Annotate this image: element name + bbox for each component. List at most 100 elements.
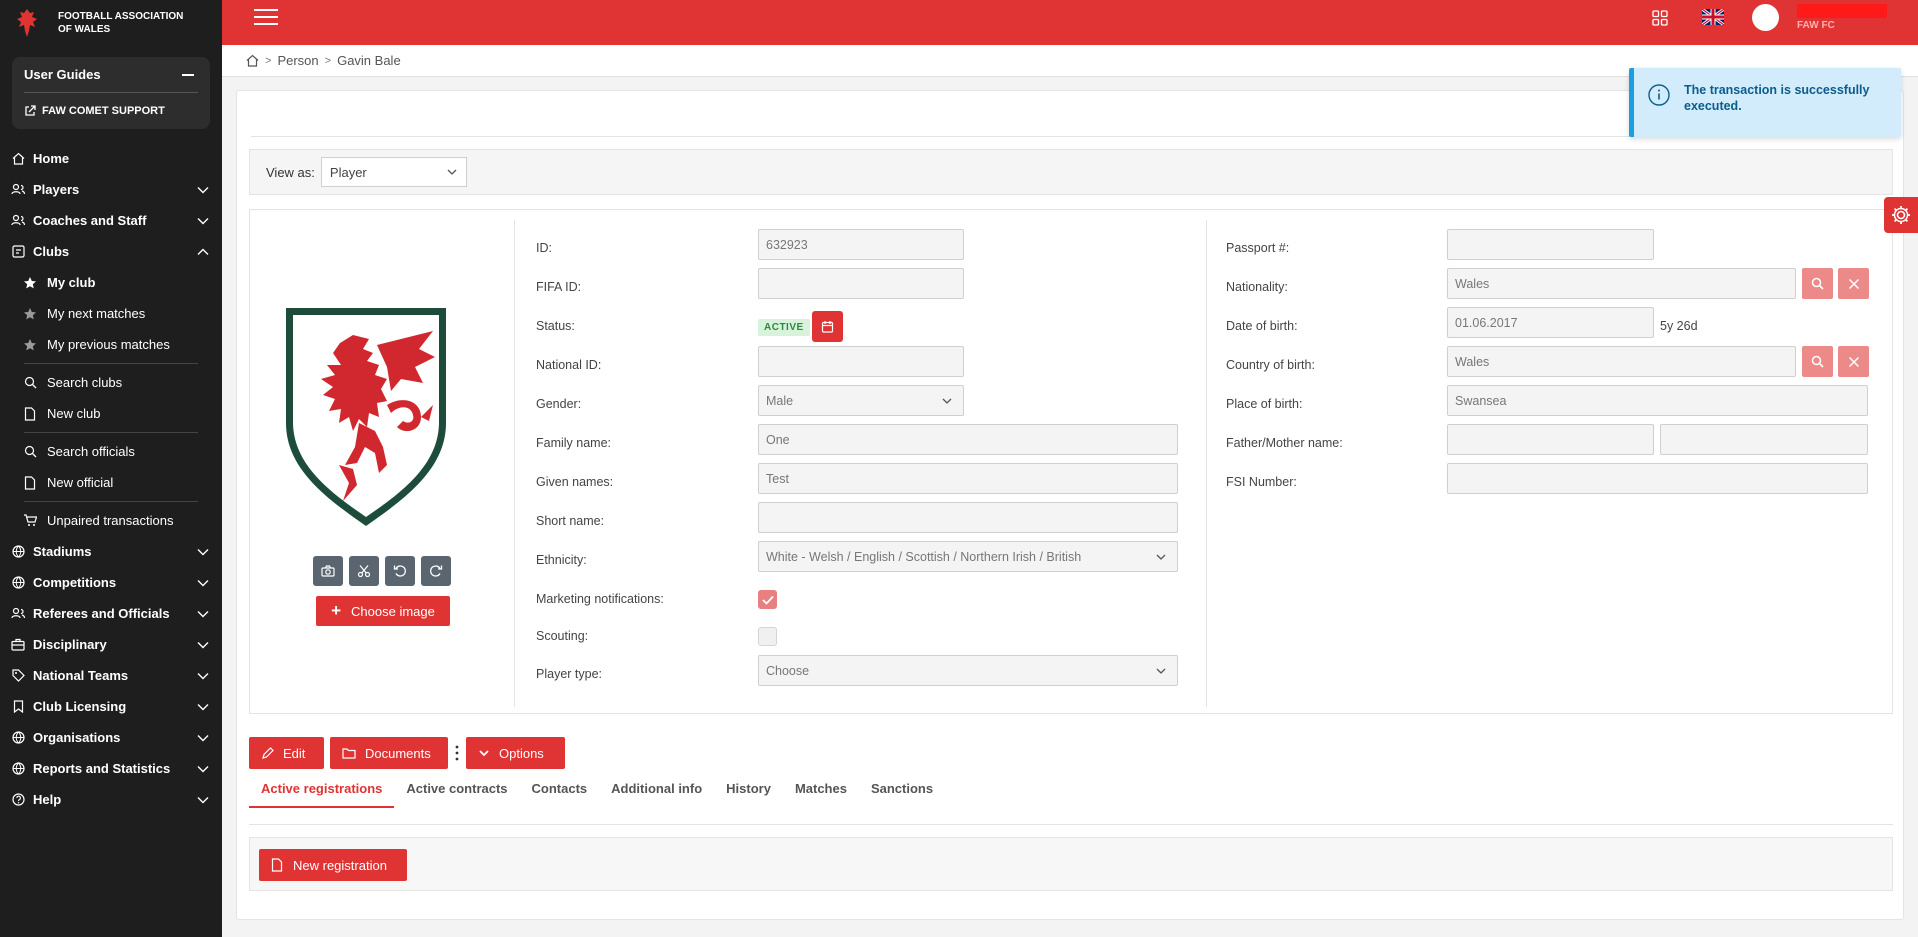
sidebar-item-clubs[interactable]: Clubs — [0, 236, 222, 267]
user-guides-panel: User Guides FAW COMET SUPPORT — [12, 57, 210, 129]
collapse-icon[interactable] — [182, 73, 194, 76]
gender-row: Gender: — [536, 397, 581, 411]
passport-row: Passport #: — [1226, 241, 1289, 255]
rotate-right-button[interactable] — [421, 556, 451, 586]
family-name-field[interactable]: One — [758, 424, 1178, 455]
sidebar-item-search-officials[interactable]: Search officials — [0, 436, 222, 467]
passport-field[interactable] — [1447, 229, 1654, 260]
nationality-clear-button[interactable] — [1838, 268, 1869, 299]
chevron-down-icon — [197, 610, 209, 617]
breadcrumb-separator: > — [265, 54, 272, 67]
nationality-search-button[interactable] — [1802, 268, 1833, 299]
chevron-down-icon — [197, 765, 209, 772]
ethnicity-select[interactable]: White - Welsh / English / Scottish / Nor… — [758, 541, 1178, 572]
sidebar-item-search-clubs[interactable]: Search clubs — [0, 367, 222, 398]
sidebar-item-coaches[interactable]: Coaches and Staff — [0, 205, 222, 236]
id-field[interactable]: 632923 — [758, 229, 964, 260]
star-icon — [24, 307, 36, 319]
nationality-label: Nationality: — [1226, 280, 1288, 294]
documents-button[interactable]: Documents — [330, 737, 448, 769]
home-icon[interactable] — [246, 54, 259, 67]
marketing-label: Marketing notifications: — [536, 592, 664, 606]
camera-button[interactable] — [313, 556, 343, 586]
faw-logo — [17, 8, 37, 37]
mother-name-field[interactable] — [1660, 424, 1868, 455]
scissors-icon — [357, 565, 371, 578]
sidebar: FOOTBALL ASSOCIATION OF WALES User Guide… — [0, 0, 222, 937]
file-icon — [271, 858, 283, 872]
user-guides-header[interactable]: User Guides — [24, 67, 198, 93]
gender-select[interactable]: Male — [758, 385, 964, 416]
father-name-field[interactable] — [1447, 424, 1654, 455]
dob-field[interactable]: 01.06.2017 — [1447, 307, 1654, 338]
tab-sanctions[interactable]: Sanctions — [859, 781, 945, 808]
coaches-icon — [11, 214, 25, 226]
sidebar-item-reports[interactable]: Reports and Statistics — [0, 753, 222, 784]
tab-matches[interactable]: Matches — [783, 781, 859, 808]
sidebar-item-next-matches[interactable]: My next matches — [0, 298, 222, 329]
avatar[interactable] — [1752, 4, 1779, 31]
file-icon — [24, 406, 36, 421]
player-type-select[interactable]: Choose — [758, 655, 1178, 686]
fsi-field[interactable] — [1447, 463, 1868, 494]
crop-button[interactable] — [349, 556, 379, 586]
cob-search-button[interactable] — [1802, 346, 1833, 377]
brand[interactable]: FOOTBALL ASSOCIATION OF WALES — [0, 0, 222, 45]
passport-label: Passport #: — [1226, 241, 1290, 255]
options-button[interactable]: Options — [466, 737, 565, 769]
user-name-redacted[interactable] — [1797, 4, 1887, 18]
more-vertical-icon[interactable] — [455, 745, 459, 761]
id-row: ID: — [536, 241, 552, 255]
sidebar-item-national-teams[interactable]: National Teams — [0, 660, 222, 691]
sidebar-item-new-club[interactable]: New club — [0, 398, 222, 429]
view-as-select[interactable]: Player — [320, 157, 467, 187]
referees-icon — [11, 607, 25, 619]
tab-active-contracts[interactable]: Active contracts — [394, 781, 519, 808]
tab-contacts[interactable]: Contacts — [520, 781, 600, 808]
edit-button[interactable]: Edit — [249, 737, 324, 769]
apps-grid-icon[interactable] — [1652, 10, 1668, 26]
scouting-checkbox[interactable] — [758, 627, 777, 646]
sidebar-label-new-club: New club — [47, 406, 101, 421]
fifa-id-field[interactable] — [758, 268, 964, 299]
tab-additional-info[interactable]: Additional info — [599, 781, 714, 808]
sidebar-item-organisations[interactable]: Organisations — [0, 722, 222, 753]
cob-field[interactable]: Wales — [1447, 346, 1796, 377]
uk-flag-icon[interactable] — [1702, 9, 1724, 25]
sidebar-item-new-official[interactable]: New official — [0, 467, 222, 498]
faw-support-link[interactable]: FAW COMET SUPPORT — [24, 93, 198, 121]
pob-field[interactable]: Swansea — [1447, 385, 1868, 416]
tab-active-registrations[interactable]: Active registrations — [249, 781, 395, 808]
sidebar-item-stadiums[interactable]: Stadiums — [0, 536, 222, 567]
sidebar-item-club-licensing[interactable]: Club Licensing — [0, 691, 222, 722]
sidebar-item-players[interactable]: Players — [0, 174, 222, 205]
sidebar-item-previous-matches[interactable]: My previous matches — [0, 329, 222, 360]
sidebar-item-disciplinary[interactable]: Disciplinary — [0, 629, 222, 660]
sidebar-item-home[interactable]: Home — [0, 143, 222, 174]
status-calendar-button[interactable] — [812, 311, 843, 342]
marketing-checkbox[interactable] — [758, 590, 777, 609]
choose-image-button[interactable]: + Choose image — [316, 596, 450, 626]
external-link-icon — [25, 105, 36, 116]
sidebar-item-referees[interactable]: Referees and Officials — [0, 598, 222, 629]
search-icon — [24, 376, 36, 389]
national-id-field[interactable] — [758, 346, 964, 377]
sidebar-item-unpaired[interactable]: Unpaired transactions — [0, 505, 222, 536]
new-registration-button[interactable]: New registration — [259, 849, 407, 881]
sidebar-item-my-club[interactable]: My club — [0, 267, 222, 298]
settings-side-tab[interactable] — [1884, 197, 1918, 233]
rotate-left-button[interactable] — [385, 556, 415, 586]
sidebar-item-competitions[interactable]: Competitions — [0, 567, 222, 598]
given-names-field[interactable]: Test — [758, 463, 1178, 494]
success-toast[interactable]: The transaction is successfully executed… — [1629, 68, 1901, 137]
menu-icon[interactable] — [254, 9, 278, 27]
sidebar-item-help[interactable]: Help — [0, 784, 222, 815]
breadcrumb-person[interactable]: Person — [277, 53, 318, 68]
tab-history[interactable]: History — [714, 781, 783, 808]
cob-clear-button[interactable] — [1838, 346, 1869, 377]
short-name-field[interactable] — [758, 502, 1178, 533]
breadcrumb-separator: > — [324, 54, 332, 67]
nationality-field[interactable]: Wales — [1447, 268, 1796, 299]
chevron-down-icon — [1156, 554, 1166, 560]
toast-message: The transaction is successfully executed… — [1684, 83, 1870, 113]
